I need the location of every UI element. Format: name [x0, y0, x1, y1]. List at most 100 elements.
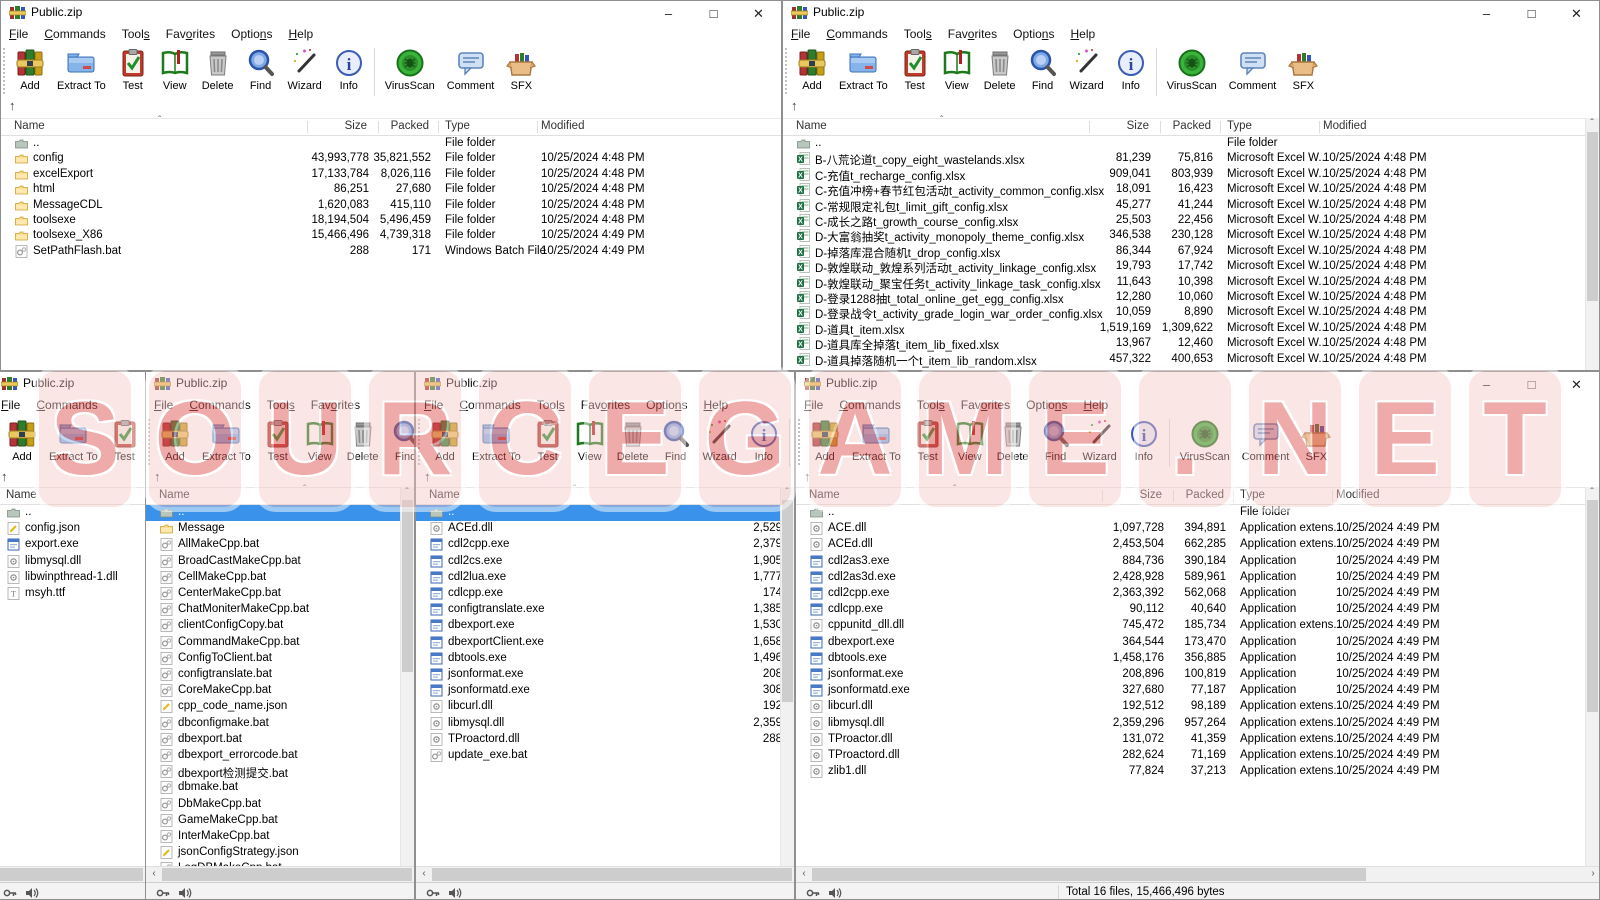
file-row[interactable]: config.json	[0, 521, 145, 537]
file-row[interactable]: ..File folder	[1, 136, 781, 152]
file-row[interactable]: dbconfigmake.bat	[146, 716, 414, 732]
toolbar-view-button[interactable]: View	[936, 46, 978, 92]
file-row[interactable]: clientConfigCopy.bat	[146, 618, 414, 634]
toolbar-find-button[interactable]: Find	[655, 417, 697, 463]
minimize-button[interactable]: –	[1464, 1, 1509, 27]
file-row[interactable]: XC-成长之路t_growth_course_config.xlsx25,503…	[783, 213, 1599, 229]
menu-commands[interactable]: Commands	[181, 396, 258, 412]
file-row[interactable]: configtranslate.exe1,385,47	[416, 602, 794, 618]
file-row[interactable]: export.exe	[0, 537, 145, 553]
vertical-scrollbar[interactable]: ˆ	[1585, 487, 1599, 866]
file-row[interactable]: cdlcpp.exe90,11240,640Application10/25/2…	[796, 602, 1599, 618]
file-row[interactable]: libwinpthread-1.dll	[0, 570, 145, 586]
file-row[interactable]: html86,25127,680File folder10/25/2024 4:…	[1, 182, 781, 198]
toolbar-info-button[interactable]: iInfo	[328, 46, 370, 92]
scroll-up-arrow[interactable]: ˆ	[401, 487, 413, 498]
menu-file[interactable]: File	[146, 396, 181, 412]
toolbar-virusscan-button[interactable]: VirusScan	[1174, 417, 1236, 463]
menu-favorites[interactable]: Favorites	[573, 396, 638, 412]
file-row[interactable]: toolsexe18,194,5045,496,459File folder10…	[1, 213, 781, 229]
up-one-level-button[interactable]: ↑	[791, 98, 798, 113]
maximize-button[interactable]: □	[1509, 372, 1554, 398]
column-header-name[interactable]: Name	[809, 489, 840, 501]
toolbar-find-button[interactable]: Find	[1035, 417, 1077, 463]
scroll-left-arrow[interactable]: ‹	[418, 868, 430, 879]
file-row[interactable]: dbexport检测提交.bat	[146, 764, 414, 780]
scrollbar-thumb[interactable]	[812, 868, 1366, 881]
horizontal-scrollbar[interactable]	[0, 866, 145, 882]
file-row[interactable]: dbexport.exe1,530,36	[416, 618, 794, 634]
toolbar-test-button[interactable]: Test	[527, 417, 569, 463]
file-row[interactable]: TProactord.dll282,62471,169Application e…	[796, 748, 1599, 764]
file-row[interactable]: XD-道具t_item.xlsx1,519,1691,309,622Micros…	[783, 321, 1599, 337]
file-row[interactable]: Message	[146, 521, 414, 537]
menu-help[interactable]: Help	[695, 396, 736, 412]
column-header-name[interactable]: Name	[429, 489, 460, 501]
maximize-button[interactable]: □	[1509, 1, 1554, 27]
menu-tools[interactable]: Tools	[114, 25, 158, 41]
toolbar-wizard-button[interactable]: Wizard	[1064, 46, 1110, 92]
toolbar-virusscan-button[interactable]: VirusScan	[379, 46, 441, 92]
toolbar-extract-to-button[interactable]: Extract To	[43, 417, 104, 463]
toolbar-view-button[interactable]: View	[299, 417, 341, 463]
file-row[interactable]: cdl2as3.exe884,736390,184Application10/2…	[796, 554, 1599, 570]
menu-options[interactable]: Options	[1018, 396, 1075, 412]
toolbar-wizard-button[interactable]: Wizard	[1077, 417, 1123, 463]
menu-favorites[interactable]: Favorites	[158, 25, 223, 41]
file-row[interactable]: BroadCastMakeCpp.bat	[146, 554, 414, 570]
toolbar-extract-to-button[interactable]: Extract To	[833, 46, 894, 92]
up-one-level-button[interactable]: ↑	[9, 98, 16, 113]
menu-tools[interactable]: Tools	[896, 25, 940, 41]
toolbar-extract-to-button[interactable]: Extract To	[51, 46, 112, 92]
menu-file[interactable]: File	[796, 396, 831, 412]
file-row[interactable]: cdl2cs.exe1,905,15	[416, 554, 794, 570]
toolbar-delete-button[interactable]: Delete	[978, 46, 1022, 92]
up-one-level-button[interactable]: ↑	[424, 469, 431, 484]
horizontal-scrollbar[interactable]: ‹	[146, 866, 414, 882]
file-row[interactable]: dbtools.exe1,496,06	[416, 651, 794, 667]
file-row[interactable]: ..File folder	[783, 136, 1599, 152]
toolbar-info-button[interactable]: iInfo	[743, 417, 785, 463]
toolbar-extract-to-button[interactable]: Extract To	[196, 417, 257, 463]
menu-tools[interactable]: Tools	[529, 396, 573, 412]
menu-help[interactable]: Help	[1075, 396, 1116, 412]
file-row[interactable]: TProactor.dll131,07241,359Application ex…	[796, 732, 1599, 748]
file-row[interactable]: dbtools.exe1,458,176356,885Application10…	[796, 651, 1599, 667]
file-row[interactable]: CoreMakeCpp.bat	[146, 683, 414, 699]
file-row[interactable]: jsonformat.exe208,896100,819Application1…	[796, 667, 1599, 683]
file-row[interactable]: ..	[0, 505, 145, 521]
up-one-level-button[interactable]: ↑	[154, 469, 161, 484]
file-row[interactable]: dbexportClient.exe1,658,88	[416, 635, 794, 651]
toolbar-info-button[interactable]: iInfo	[1123, 417, 1165, 463]
file-row[interactable]: MessageCDL1,620,083415,110File folder10/…	[1, 198, 781, 214]
toolbar-wizard-button[interactable]: Wizard	[282, 46, 328, 92]
file-row[interactable]: XD-敦煌联动_敦煌系列活动t_activity_linkage_config.…	[783, 259, 1599, 275]
up-one-level-button[interactable]: ↑	[1, 469, 8, 484]
menu-tools[interactable]: Tools	[259, 396, 303, 412]
column-header-packed[interactable]: Packed	[1186, 489, 1224, 501]
close-button[interactable]: ✕	[1554, 1, 1599, 27]
file-row[interactable]: ConfigToClient.bat	[146, 651, 414, 667]
vertical-scrollbar[interactable]: ˆ	[1585, 118, 1599, 371]
column-header-modified[interactable]: Modified	[541, 120, 584, 132]
horizontal-scrollbar[interactable]: ‹›	[796, 866, 1599, 882]
file-row[interactable]: GameMakeCpp.bat	[146, 813, 414, 829]
column-header-size[interactable]: Size	[345, 120, 367, 132]
scroll-up-arrow[interactable]: ˆ	[1586, 118, 1598, 129]
toolbar-find-button[interactable]: Find	[385, 417, 415, 463]
file-row[interactable]: ..	[416, 505, 794, 521]
file-row[interactable]: AllMakeCpp.bat	[146, 537, 414, 553]
toolbar-delete-button[interactable]: Delete	[611, 417, 655, 463]
scrollbar-thumb[interactable]	[0, 868, 143, 881]
toolbar-view-button[interactable]: View	[154, 46, 196, 92]
toolbar-find-button[interactable]: Find	[1022, 46, 1064, 92]
toolbar-add-button[interactable]: Add	[804, 417, 846, 463]
menu-help[interactable]: Help	[1062, 25, 1103, 41]
minimize-button[interactable]: –	[1464, 372, 1509, 398]
file-row[interactable]: SetPathFlash.bat288171Windows Batch File…	[1, 244, 781, 260]
minimize-button[interactable]: –	[646, 1, 691, 27]
column-header-name[interactable]: Name	[6, 489, 37, 501]
toolbar-delete-button[interactable]: Delete	[341, 417, 385, 463]
column-header-type[interactable]: Type	[1227, 120, 1252, 132]
file-row[interactable]: XB-八荒论道t_copy_eight_wastelands.xlsx81,23…	[783, 151, 1599, 167]
